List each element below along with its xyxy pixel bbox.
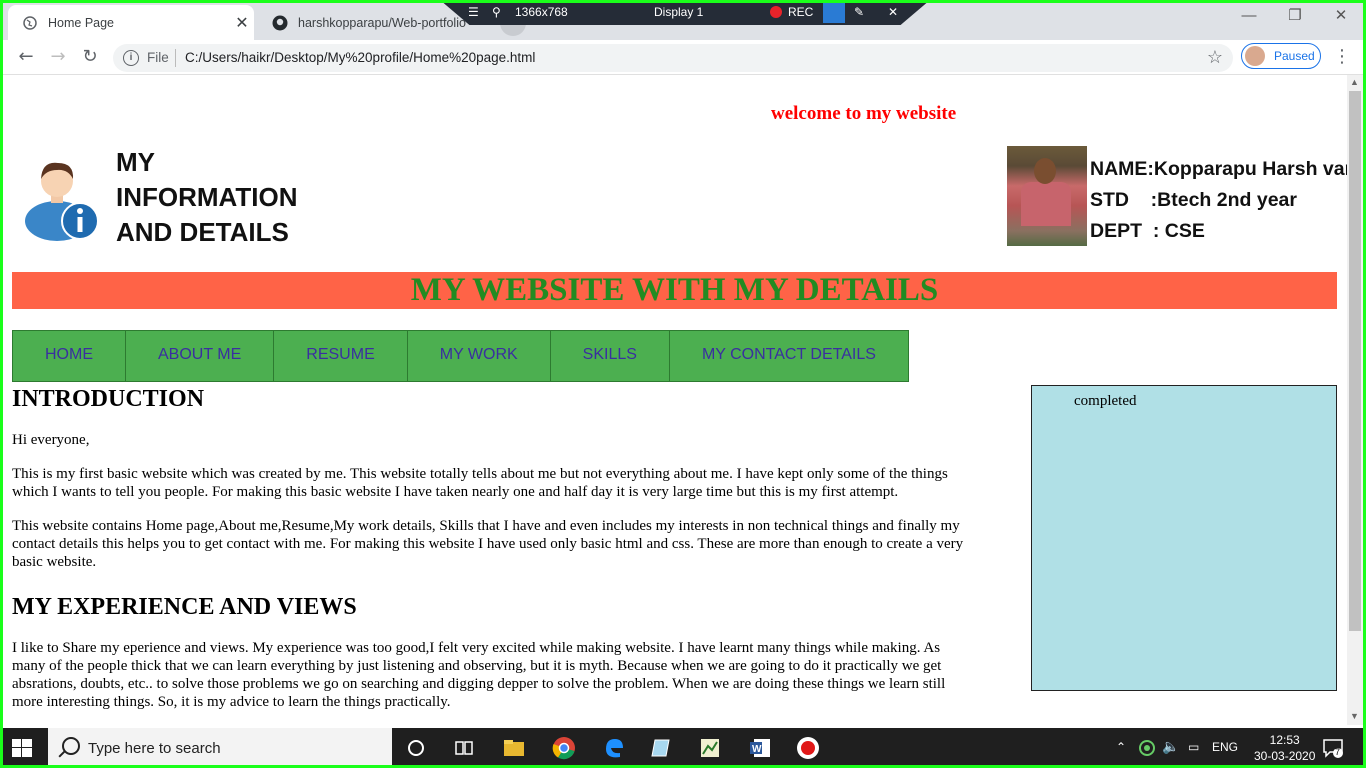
clock[interactable]: 12:53 30-03-2020	[1254, 732, 1315, 764]
avatar	[1245, 46, 1265, 66]
greeting-text: Hi everyone,	[12, 432, 90, 448]
battery-icon[interactable]: ▭	[1188, 740, 1199, 754]
info-title-line: MY	[116, 147, 155, 177]
minimize-icon[interactable]: —	[1226, 0, 1272, 30]
url-text[interactable]: C:/Users/haikr/Desktop/My%20profile/Home…	[185, 50, 535, 65]
search-placeholder: Type here to search	[88, 740, 221, 757]
intro-heading: INTRODUCTION	[12, 386, 205, 412]
chevron-up-icon[interactable]: ⌃	[1116, 740, 1126, 754]
nav-home[interactable]: HOME	[13, 331, 126, 381]
photo-figure-body	[1021, 182, 1071, 226]
photo-figure-head	[1034, 158, 1056, 184]
task-view-icon[interactable]	[452, 736, 476, 760]
scrollbar-thumb[interactable]	[1349, 91, 1361, 631]
camera-icon[interactable]	[823, 1, 845, 23]
edge-icon[interactable]	[602, 736, 626, 760]
notification-count: 7	[1335, 747, 1341, 757]
profile-button[interactable]: Paused	[1241, 43, 1321, 69]
address-bar[interactable]: i File C:/Users/haikr/Desktop/My%20profi…	[113, 44, 1233, 72]
record-dot-icon	[770, 6, 782, 18]
display-label: Display 1	[654, 5, 704, 19]
main-content: INTRODUCTION Hi everyone, This is my fir…	[12, 383, 977, 725]
browser-toolbar: ← → ↻ i File C:/Users/haikr/Desktop/My%2…	[0, 40, 1366, 75]
sidebar-label: completed	[1074, 393, 1137, 409]
more-menu-icon[interactable]: ⋮	[1333, 46, 1351, 67]
charts-app-icon[interactable]	[698, 736, 722, 760]
resolution-label: 1366x768	[515, 5, 568, 19]
restore-icon[interactable]: ❐	[1272, 0, 1318, 30]
word-icon[interactable]: W	[748, 736, 772, 760]
welcome-text: welcome to my website	[771, 103, 957, 124]
taskbar-search-box[interactable]: Type here to search	[48, 728, 392, 768]
page-viewport: welcome to my website MY INFORMATION AND…	[0, 75, 1347, 725]
main-nav: HOME ABOUT ME RESUME MY WORK SKILLS MY C…	[12, 330, 909, 382]
chrome-icon[interactable]	[552, 736, 576, 760]
info-title-line: INFORMATION	[116, 182, 298, 212]
svg-text:W: W	[752, 744, 762, 755]
menu-icon[interactable]: ☰	[468, 5, 479, 19]
screen-recorder-bar: ☰ ⚲ 1366x768 Display 1 REC ✎ ✕	[440, 0, 930, 25]
scheme-label: File	[147, 50, 169, 65]
screen-recorder-icon[interactable]	[796, 736, 820, 760]
intro-paragraph-2: This website contains Home page,About me…	[12, 518, 964, 570]
profile-status: Paused	[1274, 49, 1315, 63]
close-recorder-icon[interactable]: ✕	[888, 5, 898, 19]
reload-icon[interactable]: ↻	[78, 46, 102, 68]
pin-icon[interactable]: ⚲	[492, 5, 501, 19]
globe-icon	[22, 15, 38, 31]
close-window-icon[interactable]: ✕	[1318, 0, 1364, 30]
clock-date: 30-03-2020	[1254, 749, 1316, 763]
experience-heading: MY EXPERIENCE AND VIEWS	[12, 594, 357, 620]
divider	[175, 49, 176, 67]
close-tab-icon[interactable]: ✕	[230, 13, 254, 33]
info-icon[interactable]: i	[123, 50, 139, 66]
user-info-icon	[25, 162, 99, 241]
file-explorer-icon[interactable]	[502, 736, 526, 760]
page-banner: MY WEBSITE WITH MY DETAILS	[12, 272, 1337, 309]
forward-arrow-icon[interactable]: →	[46, 46, 70, 68]
cortana-icon[interactable]	[404, 736, 428, 760]
tab-title: Home Page	[48, 15, 115, 30]
windows-start-icon[interactable]	[12, 739, 32, 757]
scroll-down-icon[interactable]: ▼	[1350, 711, 1359, 721]
profile-photo	[1007, 146, 1087, 246]
rec-label[interactable]: REC	[788, 5, 813, 19]
detail-dept: DEPT : CSE	[1090, 220, 1205, 242]
info-title: MY INFORMATION AND DETAILS	[116, 145, 298, 250]
pencil-icon[interactable]: ✎	[854, 5, 864, 19]
language-indicator[interactable]: ENG	[1212, 740, 1238, 754]
bookmark-star-icon[interactable]: ☆	[1207, 47, 1223, 68]
detail-name: NAME:Kopparapu Harsh vardan	[1090, 158, 1347, 180]
notifications-icon[interactable]	[1322, 737, 1344, 759]
nav-my-work[interactable]: MY WORK	[408, 331, 551, 381]
clock-time: 12:53	[1269, 733, 1300, 747]
github-icon	[272, 15, 288, 31]
info-title-line: AND DETAILS	[116, 217, 289, 247]
nav-skills[interactable]: SKILLS	[551, 331, 670, 381]
detail-std: STD :Btech 2nd year	[1090, 189, 1297, 211]
experience-paragraph: I like to Share my eperience and views. …	[12, 640, 946, 710]
nav-about-me[interactable]: ABOUT ME	[126, 331, 275, 381]
sidebar-box: completed	[1031, 385, 1337, 691]
nav-contact-details[interactable]: MY CONTACT DETAILS	[670, 331, 908, 381]
scroll-up-icon[interactable]: ▲	[1350, 77, 1359, 87]
tab-home-page[interactable]: Home Page ✕	[8, 5, 254, 40]
nav-resume[interactable]: RESUME	[274, 331, 408, 381]
volume-icon[interactable]: 🔈	[1162, 738, 1179, 755]
app-icon[interactable]	[650, 736, 674, 760]
windows-taskbar: Type here to search W ⌃ 🔈 ▭ ENG 12:53 30…	[0, 728, 1366, 768]
back-arrow-icon[interactable]: ←	[14, 46, 38, 68]
student-details: NAME:Kopparapu Harsh vardan STD :Btech 2…	[1090, 154, 1347, 247]
intro-paragraph-1: This is my first basic website which was…	[12, 466, 948, 500]
vertical-scrollbar[interactable]: ▲ ▼	[1347, 75, 1363, 725]
app-tray-icon[interactable]	[1138, 739, 1156, 757]
search-icon	[62, 737, 80, 755]
